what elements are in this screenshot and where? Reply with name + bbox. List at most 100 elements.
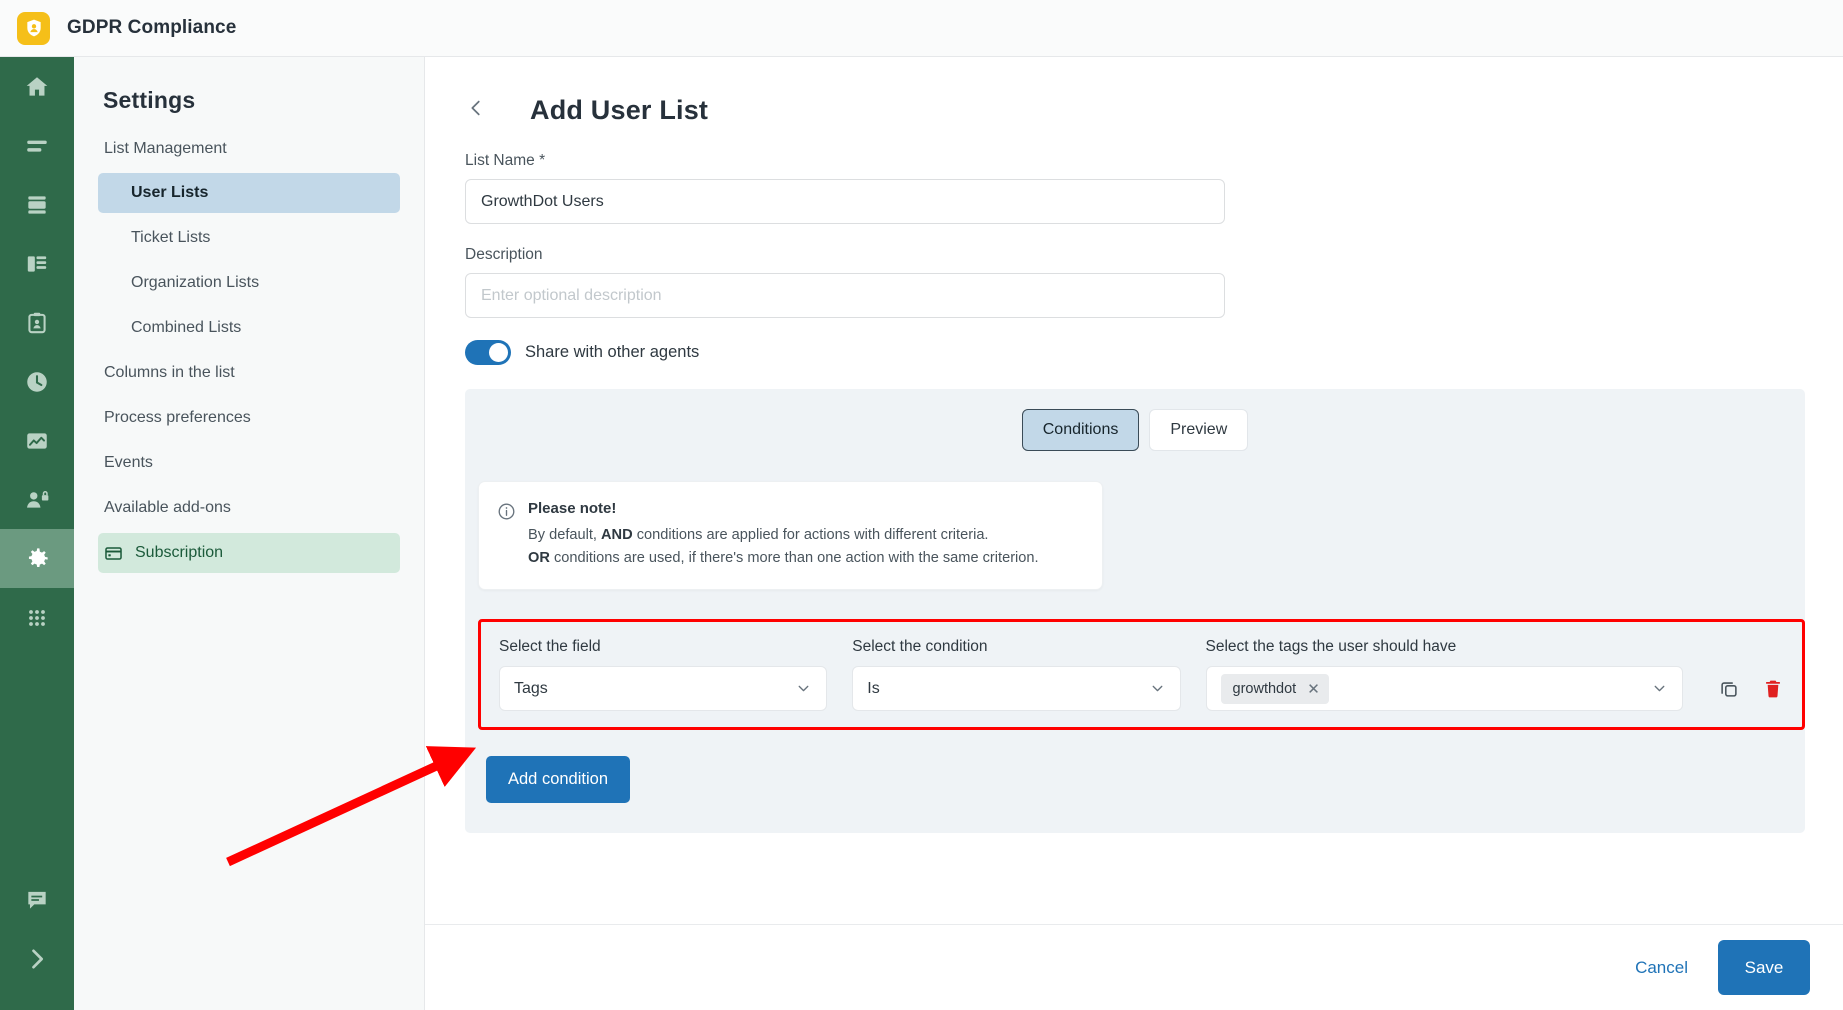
settings-title: Settings <box>103 87 196 113</box>
settings-nav: Settings List Management User Lists Tick… <box>74 57 425 1010</box>
save-button[interactable]: Save <box>1718 940 1810 995</box>
icon-rail <box>0 57 74 1010</box>
tags-select-group: Select the tags the user should have gro… <box>1205 638 1683 712</box>
tags-select-label: Select the tags the user should have <box>1205 638 1457 656</box>
sidebar-item-ticket-lists[interactable]: Ticket Lists <box>98 218 400 258</box>
chevron-down-icon <box>795 680 812 697</box>
sidebar-item-label: Process preferences <box>104 409 251 426</box>
sidebar-item-label: Combined Lists <box>131 319 242 336</box>
user-lock-icon <box>24 487 50 513</box>
cancel-button[interactable]: Cancel <box>1635 958 1688 978</box>
rail-item-reports[interactable] <box>0 411 74 470</box>
note-line-and: By default, AND conditions are applied f… <box>528 524 1039 547</box>
condition-row-actions <box>1718 678 1784 711</box>
sidebar-item-available-add-ons[interactable]: Available add-ons <box>98 488 400 528</box>
tab-preview[interactable]: Preview <box>1149 409 1249 451</box>
sidebar-item-subscription[interactable]: Subscription <box>98 533 400 573</box>
clock-icon <box>24 369 50 395</box>
sidebar-item-label: Subscription <box>135 544 224 561</box>
note-line1-post: conditions are applied for actions with … <box>632 527 989 543</box>
toggle-knob <box>489 343 508 362</box>
sidebar-item-label: Organization Lists <box>131 274 260 291</box>
app-logo <box>17 11 50 45</box>
form-area: List Name * Description Share with other… <box>425 126 1843 365</box>
credit-card-icon <box>104 544 123 563</box>
footer-bar: Cancel Save <box>425 924 1843 1010</box>
rail-item-home[interactable] <box>0 57 74 116</box>
share-with-agents-toggle[interactable] <box>465 340 511 365</box>
field-select[interactable]: Tags <box>499 666 828 712</box>
condition-select-label: Select the condition <box>852 638 988 656</box>
sidebar-item-combined-lists[interactable]: Combined Lists <box>98 308 400 348</box>
rail-item-organizations[interactable] <box>0 234 74 293</box>
back-button[interactable] <box>465 97 487 124</box>
condition-row-highlighted: Select the field Tags Select the conditi… <box>478 619 1805 731</box>
note-line1-pre: By default, <box>528 527 602 543</box>
share-toggle-row: Share with other agents <box>465 340 1843 365</box>
sidebar-item-events[interactable]: Events <box>98 443 400 483</box>
sidebar-item-user-lists[interactable]: User Lists <box>98 173 400 213</box>
main-scroll-area: Add User List List Name * Description Sh… <box>425 57 1843 924</box>
home-icon <box>24 74 50 100</box>
note-body: Please note! By default, AND conditions … <box>528 500 1039 569</box>
nav-group-list-management: List Management <box>104 140 227 157</box>
card-tabs: Conditions Preview <box>465 409 1805 451</box>
copy-icon[interactable] <box>1718 678 1740 700</box>
tab-label: Conditions <box>1042 421 1119 438</box>
field-select-value: Tags <box>514 679 548 697</box>
sidebar-item-label: Columns in the list <box>104 364 235 381</box>
note-line2-post: conditions are used, if there's more tha… <box>549 549 1039 566</box>
add-condition-button[interactable]: Add condition <box>486 756 630 804</box>
list-name-label: List Name * <box>465 152 546 169</box>
page-title: Add User List <box>530 95 709 125</box>
apps-grid-icon <box>25 606 49 630</box>
note-title: Please note! <box>528 500 617 517</box>
sidebar-item-columns-in-the-list[interactable]: Columns in the list <box>98 353 400 393</box>
clipboard-user-icon <box>24 310 50 336</box>
rail-item-clipboard[interactable] <box>0 293 74 352</box>
please-note-box: Please note! By default, AND conditions … <box>478 481 1103 591</box>
rail-item-user-privacy[interactable] <box>0 470 74 529</box>
description-label: Description <box>465 246 543 263</box>
sidebar-item-label: User Lists <box>131 184 209 201</box>
rail-item-apps[interactable] <box>0 588 74 647</box>
description-field-block: Description <box>465 246 1843 318</box>
rail-item-chat[interactable] <box>0 870 74 929</box>
trash-icon[interactable] <box>1762 678 1784 700</box>
tag-chip: growthdot ✕ <box>1220 673 1329 704</box>
page-header: Add User List <box>425 57 1843 126</box>
rail-item-settings[interactable] <box>0 529 74 588</box>
app-window: GDPR Compliance Settings List Management… <box>0 0 1843 1010</box>
rail-item-cards[interactable] <box>0 175 74 234</box>
top-bar: GDPR Compliance <box>0 0 1843 57</box>
tag-chip-label: growthdot <box>1232 680 1297 697</box>
rail-item-history[interactable] <box>0 352 74 411</box>
chart-icon <box>24 428 50 454</box>
conditions-card: Conditions Preview Please note! By defau… <box>465 389 1805 834</box>
sidebar-item-organization-lists[interactable]: Organization Lists <box>98 263 400 303</box>
chat-icon <box>24 887 50 913</box>
tags-chip-area: growthdot ✕ <box>1220 673 1651 704</box>
tags-multiselect[interactable]: growthdot ✕ <box>1205 666 1683 712</box>
condition-select-value: Is <box>867 679 880 697</box>
main-panel: Add User List List Name * Description Sh… <box>425 57 1843 1010</box>
condition-select[interactable]: Is <box>852 666 1181 712</box>
chevron-down-icon <box>1651 680 1668 697</box>
list-name-input[interactable] <box>465 179 1225 224</box>
sidebar-item-label: Events <box>104 454 153 471</box>
rail-item-expand[interactable] <box>0 929 74 988</box>
tab-conditions[interactable]: Conditions <box>1021 409 1140 451</box>
field-select-label: Select the field <box>499 638 601 656</box>
organization-icon <box>24 251 50 277</box>
description-input[interactable] <box>465 273 1225 318</box>
app-title: GDPR Compliance <box>67 17 237 38</box>
close-icon[interactable]: ✕ <box>1307 680 1320 698</box>
chevron-down-icon <box>1149 680 1166 697</box>
info-icon <box>497 502 516 569</box>
rail-item-lists[interactable] <box>0 116 74 175</box>
condition-select-group: Select the condition Is <box>852 638 1181 712</box>
note-and-keyword: AND <box>601 527 633 543</box>
chevron-right-icon <box>23 945 51 973</box>
sidebar-item-process-preferences[interactable]: Process preferences <box>98 398 400 438</box>
gear-icon <box>24 545 51 572</box>
